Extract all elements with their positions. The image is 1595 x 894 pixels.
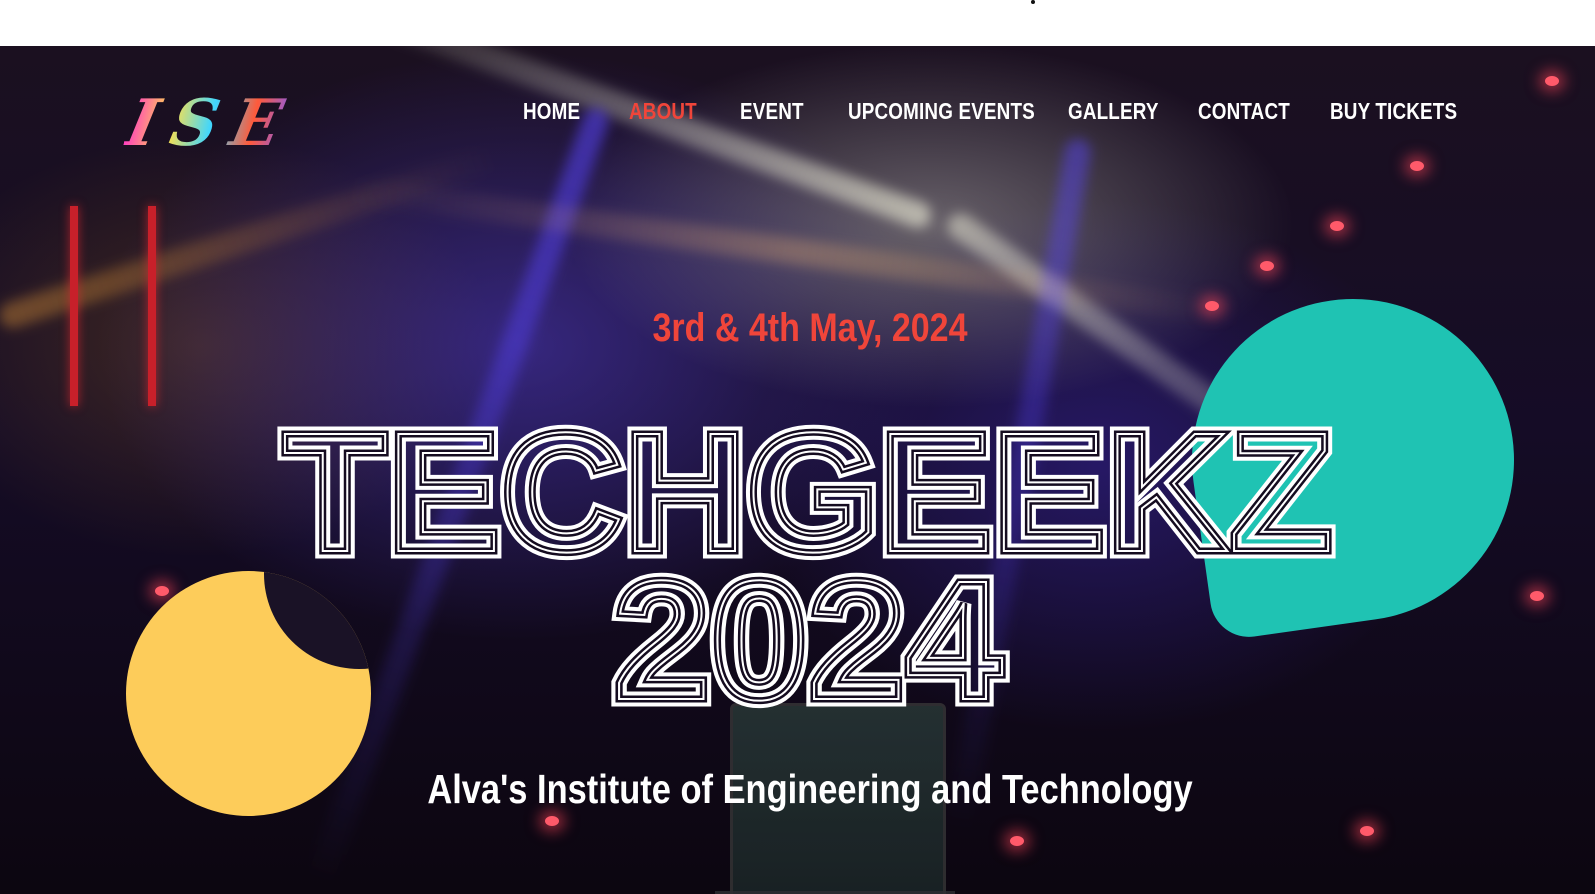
top-white-bar <box>0 0 1595 46</box>
event-title-line2: 2024 2024 2024 <box>606 539 1011 744</box>
institute-name: Alva's Institute of Engineering and Tech… <box>427 766 1193 812</box>
hero-section: ISE HOME ABOUT EVENT UPCOMING EVENTS GAL… <box>0 46 1595 894</box>
svg-text:2024: 2024 <box>613 546 1003 736</box>
cursor-dot <box>1031 0 1035 4</box>
